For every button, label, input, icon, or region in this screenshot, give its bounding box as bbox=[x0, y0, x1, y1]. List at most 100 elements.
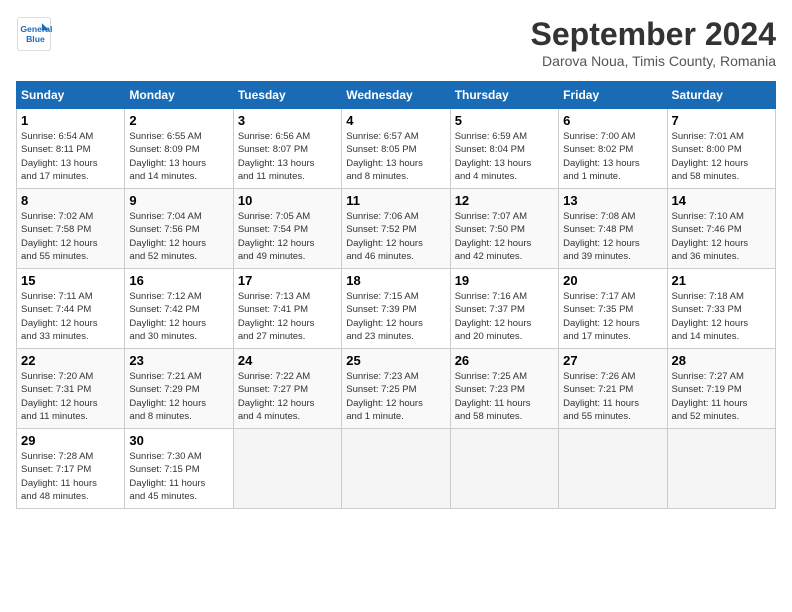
day-cell-5: 5 Sunrise: 6:59 AM Sunset: 8:04 PM Daylig… bbox=[450, 109, 558, 189]
logo: General Blue bbox=[16, 16, 52, 52]
calendar-week-1: 1 Sunrise: 6:54 AM Sunset: 8:11 PM Daylig… bbox=[17, 109, 776, 189]
day-number: 13 bbox=[563, 193, 662, 208]
day-info: Sunrise: 7:06 AM Sunset: 7:52 PM Dayligh… bbox=[346, 210, 445, 263]
day-info: Sunrise: 7:23 AM Sunset: 7:25 PM Dayligh… bbox=[346, 370, 445, 423]
day-cell-30: 30Sunrise: 7:30 AM Sunset: 7:15 PM Dayli… bbox=[125, 429, 233, 509]
day-number: 3 bbox=[238, 113, 337, 128]
day-cell-20: 20 Sunrise: 7:17 AM Sunset: 7:35 PM Dayli… bbox=[559, 269, 667, 349]
day-info: Sunrise: 7:01 AM Sunset: 8:00 PM Dayligh… bbox=[672, 130, 771, 183]
calendar-week-5: 29Sunrise: 7:28 AM Sunset: 7:17 PM Dayli… bbox=[17, 429, 776, 509]
day-number: 23 bbox=[129, 353, 228, 368]
day-number: 12 bbox=[455, 193, 554, 208]
day-info: Sunrise: 6:54 AM Sunset: 8:11 PM Dayligh… bbox=[21, 130, 120, 183]
header: General Blue September 2024 Darova Noua,… bbox=[16, 16, 776, 69]
day-info: Sunrise: 7:21 AM Sunset: 7:29 PM Dayligh… bbox=[129, 370, 228, 423]
month-title: September 2024 bbox=[531, 16, 776, 53]
header-monday: Monday bbox=[125, 82, 233, 109]
day-cell-11: 11 Sunrise: 7:06 AM Sunset: 7:52 PM Dayli… bbox=[342, 189, 450, 269]
location-subtitle: Darova Noua, Timis County, Romania bbox=[531, 53, 776, 69]
day-info: Sunrise: 6:56 AM Sunset: 8:07 PM Dayligh… bbox=[238, 130, 337, 183]
day-info: Sunrise: 7:11 AM Sunset: 7:44 PM Dayligh… bbox=[21, 290, 120, 343]
day-cell-3: 3 Sunrise: 6:56 AM Sunset: 8:07 PM Daylig… bbox=[233, 109, 341, 189]
day-info: Sunrise: 7:00 AM Sunset: 8:02 PM Dayligh… bbox=[563, 130, 662, 183]
header-friday: Friday bbox=[559, 82, 667, 109]
day-cell-22: 22Sunrise: 7:20 AM Sunset: 7:31 PM Dayli… bbox=[17, 349, 125, 429]
day-number: 10 bbox=[238, 193, 337, 208]
day-cell-1: 1 Sunrise: 6:54 AM Sunset: 8:11 PM Daylig… bbox=[17, 109, 125, 189]
calendar-week-4: 22Sunrise: 7:20 AM Sunset: 7:31 PM Dayli… bbox=[17, 349, 776, 429]
day-number: 20 bbox=[563, 273, 662, 288]
day-number: 21 bbox=[672, 273, 771, 288]
empty-cell bbox=[342, 429, 450, 509]
day-info: Sunrise: 7:18 AM Sunset: 7:33 PM Dayligh… bbox=[672, 290, 771, 343]
calendar-table: Sunday Monday Tuesday Wednesday Thursday… bbox=[16, 81, 776, 509]
day-info: Sunrise: 7:20 AM Sunset: 7:31 PM Dayligh… bbox=[21, 370, 120, 423]
empty-cell bbox=[559, 429, 667, 509]
day-cell-2: 2Sunrise: 6:55 AM Sunset: 8:09 PM Daylig… bbox=[125, 109, 233, 189]
day-info: Sunrise: 6:59 AM Sunset: 8:04 PM Dayligh… bbox=[455, 130, 554, 183]
day-number: 11 bbox=[346, 193, 445, 208]
day-info: Sunrise: 7:27 AM Sunset: 7:19 PM Dayligh… bbox=[672, 370, 771, 423]
day-info: Sunrise: 7:05 AM Sunset: 7:54 PM Dayligh… bbox=[238, 210, 337, 263]
day-cell-15: 15 Sunrise: 7:11 AM Sunset: 7:44 PM Dayli… bbox=[17, 269, 125, 349]
day-number: 15 bbox=[21, 273, 120, 288]
day-cell-25: 25Sunrise: 7:23 AM Sunset: 7:25 PM Dayli… bbox=[342, 349, 450, 429]
day-number: 19 bbox=[455, 273, 554, 288]
day-cell-10: 10 Sunrise: 7:05 AM Sunset: 7:54 PM Dayli… bbox=[233, 189, 341, 269]
day-cell-4: 4 Sunrise: 6:57 AM Sunset: 8:05 PM Daylig… bbox=[342, 109, 450, 189]
day-number: 18 bbox=[346, 273, 445, 288]
day-number: 7 bbox=[672, 113, 771, 128]
day-cell-17: 17 Sunrise: 7:13 AM Sunset: 7:41 PM Dayli… bbox=[233, 269, 341, 349]
day-info: Sunrise: 7:28 AM Sunset: 7:17 PM Dayligh… bbox=[21, 450, 120, 503]
day-number: 26 bbox=[455, 353, 554, 368]
day-info: Sunrise: 7:07 AM Sunset: 7:50 PM Dayligh… bbox=[455, 210, 554, 263]
day-number: 8 bbox=[21, 193, 120, 208]
empty-cell bbox=[667, 429, 775, 509]
logo-icon: General Blue bbox=[16, 16, 52, 52]
day-info: Sunrise: 7:08 AM Sunset: 7:48 PM Dayligh… bbox=[563, 210, 662, 263]
header-wednesday: Wednesday bbox=[342, 82, 450, 109]
day-number: 4 bbox=[346, 113, 445, 128]
day-cell-21: 21 Sunrise: 7:18 AM Sunset: 7:33 PM Dayli… bbox=[667, 269, 775, 349]
calendar-week-2: 8 Sunrise: 7:02 AM Sunset: 7:58 PM Daylig… bbox=[17, 189, 776, 269]
day-info: Sunrise: 7:04 AM Sunset: 7:56 PM Dayligh… bbox=[129, 210, 228, 263]
day-info: Sunrise: 7:17 AM Sunset: 7:35 PM Dayligh… bbox=[563, 290, 662, 343]
day-info: Sunrise: 7:02 AM Sunset: 7:58 PM Dayligh… bbox=[21, 210, 120, 263]
day-number: 1 bbox=[21, 113, 120, 128]
day-number: 27 bbox=[563, 353, 662, 368]
header-thursday: Thursday bbox=[450, 82, 558, 109]
day-number: 30 bbox=[129, 433, 228, 448]
day-info: Sunrise: 7:15 AM Sunset: 7:39 PM Dayligh… bbox=[346, 290, 445, 343]
day-cell-18: 18 Sunrise: 7:15 AM Sunset: 7:39 PM Dayli… bbox=[342, 269, 450, 349]
day-info: Sunrise: 7:25 AM Sunset: 7:23 PM Dayligh… bbox=[455, 370, 554, 423]
day-cell-27: 27 Sunrise: 7:26 AM Sunset: 7:21 PM Dayli… bbox=[559, 349, 667, 429]
day-info: Sunrise: 7:13 AM Sunset: 7:41 PM Dayligh… bbox=[238, 290, 337, 343]
header-saturday: Saturday bbox=[667, 82, 775, 109]
day-info: Sunrise: 7:12 AM Sunset: 7:42 PM Dayligh… bbox=[129, 290, 228, 343]
day-cell-23: 23 Sunrise: 7:21 AM Sunset: 7:29 PM Dayli… bbox=[125, 349, 233, 429]
day-number: 17 bbox=[238, 273, 337, 288]
day-number: 28 bbox=[672, 353, 771, 368]
day-cell-8: 8 Sunrise: 7:02 AM Sunset: 7:58 PM Daylig… bbox=[17, 189, 125, 269]
day-cell-24: 24Sunrise: 7:22 AM Sunset: 7:27 PM Dayli… bbox=[233, 349, 341, 429]
day-cell-13: 13 Sunrise: 7:08 AM Sunset: 7:48 PM Dayli… bbox=[559, 189, 667, 269]
day-cell-28: 28 Sunrise: 7:27 AM Sunset: 7:19 PM Dayli… bbox=[667, 349, 775, 429]
day-cell-16: 16Sunrise: 7:12 AM Sunset: 7:42 PM Dayli… bbox=[125, 269, 233, 349]
day-cell-26: 26 Sunrise: 7:25 AM Sunset: 7:23 PM Dayli… bbox=[450, 349, 558, 429]
day-cell-7: 7 Sunrise: 7:01 AM Sunset: 8:00 PM Daylig… bbox=[667, 109, 775, 189]
day-number: 5 bbox=[455, 113, 554, 128]
day-info: Sunrise: 6:57 AM Sunset: 8:05 PM Dayligh… bbox=[346, 130, 445, 183]
header-sunday: Sunday bbox=[17, 82, 125, 109]
empty-cell bbox=[450, 429, 558, 509]
day-cell-19: 19 Sunrise: 7:16 AM Sunset: 7:37 PM Dayli… bbox=[450, 269, 558, 349]
day-info: Sunrise: 7:26 AM Sunset: 7:21 PM Dayligh… bbox=[563, 370, 662, 423]
title-area: September 2024 Darova Noua, Timis County… bbox=[531, 16, 776, 69]
day-cell-14: 14Sunrise: 7:10 AM Sunset: 7:46 PM Dayli… bbox=[667, 189, 775, 269]
day-cell-12: 12 Sunrise: 7:07 AM Sunset: 7:50 PM Dayli… bbox=[450, 189, 558, 269]
day-cell-9: 9 Sunrise: 7:04 AM Sunset: 7:56 PM Daylig… bbox=[125, 189, 233, 269]
day-number: 9 bbox=[129, 193, 228, 208]
day-info: Sunrise: 7:22 AM Sunset: 7:27 PM Dayligh… bbox=[238, 370, 337, 423]
day-number: 14 bbox=[672, 193, 771, 208]
day-info: Sunrise: 7:16 AM Sunset: 7:37 PM Dayligh… bbox=[455, 290, 554, 343]
weekday-header-row: Sunday Monday Tuesday Wednesday Thursday… bbox=[17, 82, 776, 109]
